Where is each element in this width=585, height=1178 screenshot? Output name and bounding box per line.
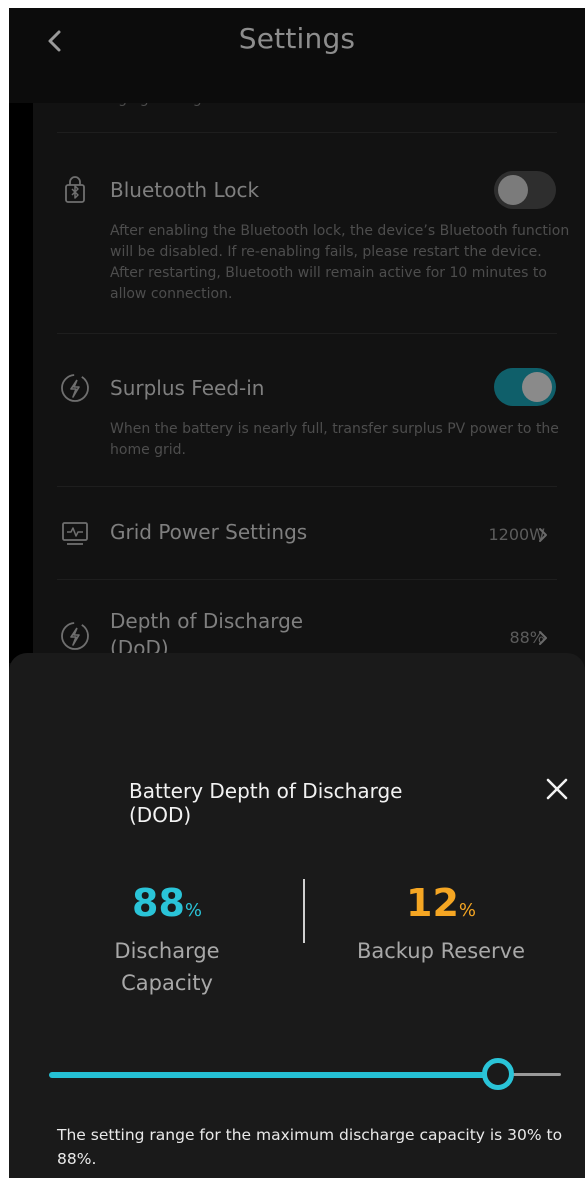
app-header: Settings <box>9 8 585 103</box>
backup-reserve-label: Backup Reserve <box>356 939 526 963</box>
edge-strip <box>9 103 33 663</box>
lightning-circle-icon <box>61 374 89 402</box>
close-icon <box>546 778 568 800</box>
bluetooth-lock-description: After enabling the Bluetooth lock, the d… <box>110 223 570 302</box>
discharge-label-line1: Discharge <box>114 939 220 963</box>
toggle-knob <box>522 372 552 402</box>
chevron-right-icon <box>539 631 547 645</box>
discharge-capacity-label: Discharge Capacity <box>57 935 277 999</box>
lightning-circle-icon <box>61 622 89 650</box>
chevron-right-icon <box>539 528 547 542</box>
divider <box>57 486 557 487</box>
slider-fill <box>49 1072 498 1078</box>
discharge-capacity-value: 88% <box>57 881 277 933</box>
toggle-knob <box>498 175 528 205</box>
bluetooth-lock-icon <box>65 176 85 203</box>
reserve-unit: % <box>458 900 476 921</box>
sheet-title: Battery Depth of Discharge (DOD) <box>129 779 403 827</box>
range-note: The setting range for the maximum discha… <box>57 1126 563 1168</box>
stat-divider <box>303 879 305 943</box>
dod-title: Depth of Discharge <box>110 609 304 633</box>
discharge-unit: % <box>184 900 202 921</box>
bluetooth-lock-title: Bluetooth Lock <box>110 178 260 202</box>
page-title: Settings <box>238 22 356 55</box>
backup-reserve-stat: 12% Backup Reserve <box>331 881 551 967</box>
bluetooth-lock-toggle[interactable] <box>494 171 556 209</box>
dod-slider[interactable] <box>49 1058 561 1090</box>
reserve-number: 12 <box>406 881 459 925</box>
slider-thumb[interactable] <box>482 1058 514 1090</box>
discharge-capacity-stat: 88% Discharge Capacity <box>57 881 277 999</box>
close-button[interactable] <box>542 774 572 804</box>
dod-bottom-sheet: Battery Depth of Discharge (DOD) 88% Dis… <box>9 653 585 1178</box>
discharge-label-line2: Capacity <box>121 971 213 995</box>
surplus-feed-in-title: Surplus Feed-in <box>110 376 265 400</box>
screen: Settings … charging settings … Bluetooth… <box>9 8 585 1178</box>
grid-power-title: Grid Power Settings <box>110 520 308 544</box>
backup-reserve-value: 12% <box>331 881 551 933</box>
discharge-number: 88 <box>132 881 185 925</box>
divider <box>57 333 557 334</box>
monitor-pulse-icon <box>62 522 88 545</box>
surplus-feed-in-description: When the battery is nearly full, transfe… <box>110 421 559 458</box>
divider <box>57 132 557 133</box>
divider <box>57 579 557 580</box>
surplus-feed-in-toggle[interactable] <box>494 368 556 406</box>
